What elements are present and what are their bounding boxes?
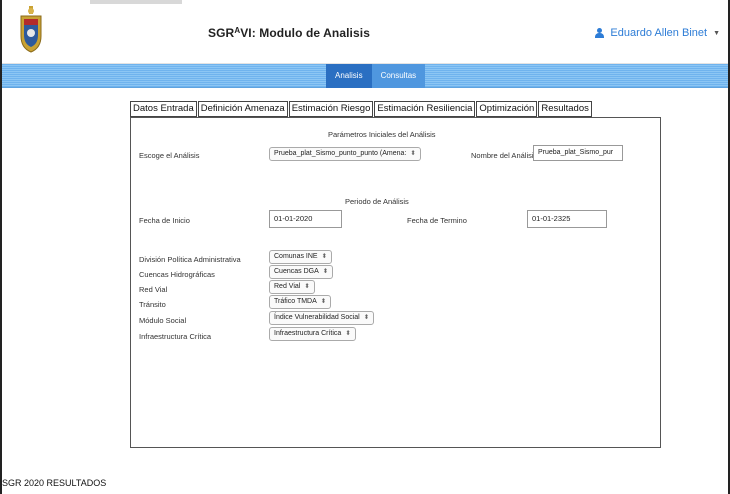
page-title: SGRAVI: Modulo de Analisis: [208, 26, 370, 40]
tab-estimacion-riesgo[interactable]: Estimación Riesgo: [288, 101, 374, 117]
period-section-title: Periodo de Análisis: [345, 197, 409, 206]
tab-resultados[interactable]: Resultados: [538, 101, 592, 117]
footer-text: SGR 2020 RESULTADOS: [2, 478, 107, 488]
layer-select[interactable]: Cuencas DGA ⬍: [269, 265, 334, 279]
tab-estimacion-resiliencia[interactable]: Estimación Resiliencia: [374, 101, 476, 117]
layer-select[interactable]: Índice Vulnerabilidad Social ⬍: [269, 311, 375, 325]
nav-tab-consultas[interactable]: Consultas: [371, 64, 426, 88]
layer-label: Cuencas Hidrográficas: [139, 270, 215, 279]
tab-definicion-amenaza[interactable]: Definición Amenaza: [197, 101, 288, 117]
user-menu[interactable]: Eduardo Allen Binet ▼: [595, 27, 720, 39]
nav-tab-analisis[interactable]: Analisis: [326, 64, 372, 88]
app-header: SGRAVI: Modulo de Analisis Eduardo Allen…: [2, 0, 728, 64]
caret-down-icon: ▼: [713, 29, 720, 37]
layer-label: Red Vial: [139, 285, 168, 294]
layer-select[interactable]: Tráfico TMDA ⬍: [269, 295, 332, 309]
escoge-analisis-label: Escoge el Análisis: [139, 151, 200, 160]
fecha-inicio-label: Fecha de Inicio: [139, 216, 190, 225]
fecha-termino-label: Fecha de Termino: [407, 216, 467, 225]
layer-select[interactable]: Red Vial ⬍: [269, 280, 315, 294]
layer-label: Módulo Social: [139, 316, 187, 325]
user-icon: [595, 28, 605, 38]
form-tabs: Datos Entrada Definición Amenaza Estimac…: [130, 101, 593, 117]
layer-label: Tránsito: [139, 300, 166, 309]
escoge-analisis-select[interactable]: Prueba_plat_Sismo_punto_punto (Amena: ⬍: [269, 147, 421, 161]
nav-bar: Analisis Consultas: [2, 64, 728, 88]
layer-label: División Política Administrativa: [139, 255, 241, 264]
tab-optimizacion[interactable]: Optimización: [476, 101, 538, 117]
analysis-panel: Datos Entrada Definición Amenaza Estimac…: [130, 101, 661, 448]
layer-select[interactable]: Comunas INE ⬍: [269, 250, 333, 264]
user-name: Eduardo Allen Binet: [610, 27, 708, 39]
nombre-analisis-label: Nombre del Análisis: [471, 151, 538, 160]
tab-datos-entrada[interactable]: Datos Entrada: [130, 101, 197, 117]
layer-label: Infraestructura Crítica: [139, 332, 212, 341]
nombre-analisis-input[interactable]: Prueba_plat_Sismo_pur: [533, 145, 623, 161]
top-shadow: [90, 0, 182, 4]
fecha-termino-input[interactable]: 01-01-2325: [527, 210, 607, 228]
university-crest-icon: [20, 6, 42, 53]
fecha-inicio-input[interactable]: 01-01-2020: [269, 210, 342, 228]
layer-select[interactable]: Infraestructura Crítica ⬍: [269, 327, 356, 341]
params-section-title: Parámetros Iniciales del Análisis: [328, 130, 436, 139]
tab-content: Parámetros Iniciales del Análisis Escoge…: [130, 117, 661, 448]
